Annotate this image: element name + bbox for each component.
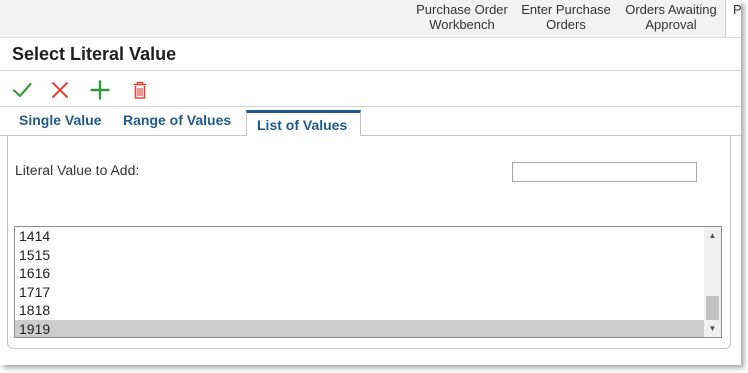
app-frame: Purchase Order Workbench Enter Purchase … [0,0,741,365]
tab-strip: Single Value Range of Values List of Val… [0,108,741,136]
nav-item-line1: Enter Purchase [521,2,611,17]
nav-item-line1: Orders Awaiting [625,2,717,17]
listbox-scrollbar[interactable]: ▲ ▼ [704,227,721,337]
tab-range-of-values[interactable]: Range of Values [123,112,231,128]
tab-single-value[interactable]: Single Value [19,112,101,128]
values-listbox[interactable]: 1414 1515 1616 1717 1818 1919 ▲ ▼ [14,226,722,338]
check-icon [12,82,32,98]
top-navigation-bar: Purchase Order Workbench Enter Purchase … [0,0,741,38]
list-item[interactable]: 1818 [15,301,704,320]
list-item[interactable]: 1616 [15,264,704,283]
list-item[interactable]: 1515 [15,246,704,265]
list-item[interactable]: 1414 [15,227,704,246]
divider [0,70,741,71]
nav-active-tab-partial[interactable]: Pe [725,0,741,37]
nav-item-line1: Purchase Order [416,2,508,17]
delete-trash-icon [134,81,146,99]
scroll-up-arrow-icon[interactable]: ▲ [704,227,721,244]
toolbar [0,76,741,104]
nav-item-line2: Orders [546,17,586,32]
page-title: Select Literal Value [12,44,177,64]
ok-button[interactable] [11,79,33,101]
nav-orders-awaiting-approval[interactable]: Orders Awaiting Approval [621,2,721,36]
nav-enter-purchase-orders[interactable]: Enter Purchase Orders [518,2,614,36]
literal-value-input[interactable] [512,162,697,182]
list-items: 1414 1515 1616 1717 1818 1919 [15,227,704,337]
tab-list-of-values[interactable]: List of Values [246,110,361,136]
add-plus-icon [90,80,110,100]
nav-item-line2: Approval [645,17,697,32]
divider [0,106,741,107]
cancel-x-icon [52,82,68,98]
list-item[interactable]: 1717 [15,283,704,302]
delete-button[interactable] [129,79,151,101]
list-item-selected[interactable]: 1919 [15,319,704,337]
literal-value-label: Literal Value to Add: [15,162,140,178]
nav-purchase-order-workbench[interactable]: Purchase Order Workbench [414,2,510,36]
cancel-button[interactable] [49,79,71,101]
scroll-down-arrow-icon[interactable]: ▼ [704,320,721,337]
scroll-thumb[interactable] [706,296,719,320]
nav-item-line2: Workbench [429,17,495,32]
add-button[interactable] [89,79,111,101]
